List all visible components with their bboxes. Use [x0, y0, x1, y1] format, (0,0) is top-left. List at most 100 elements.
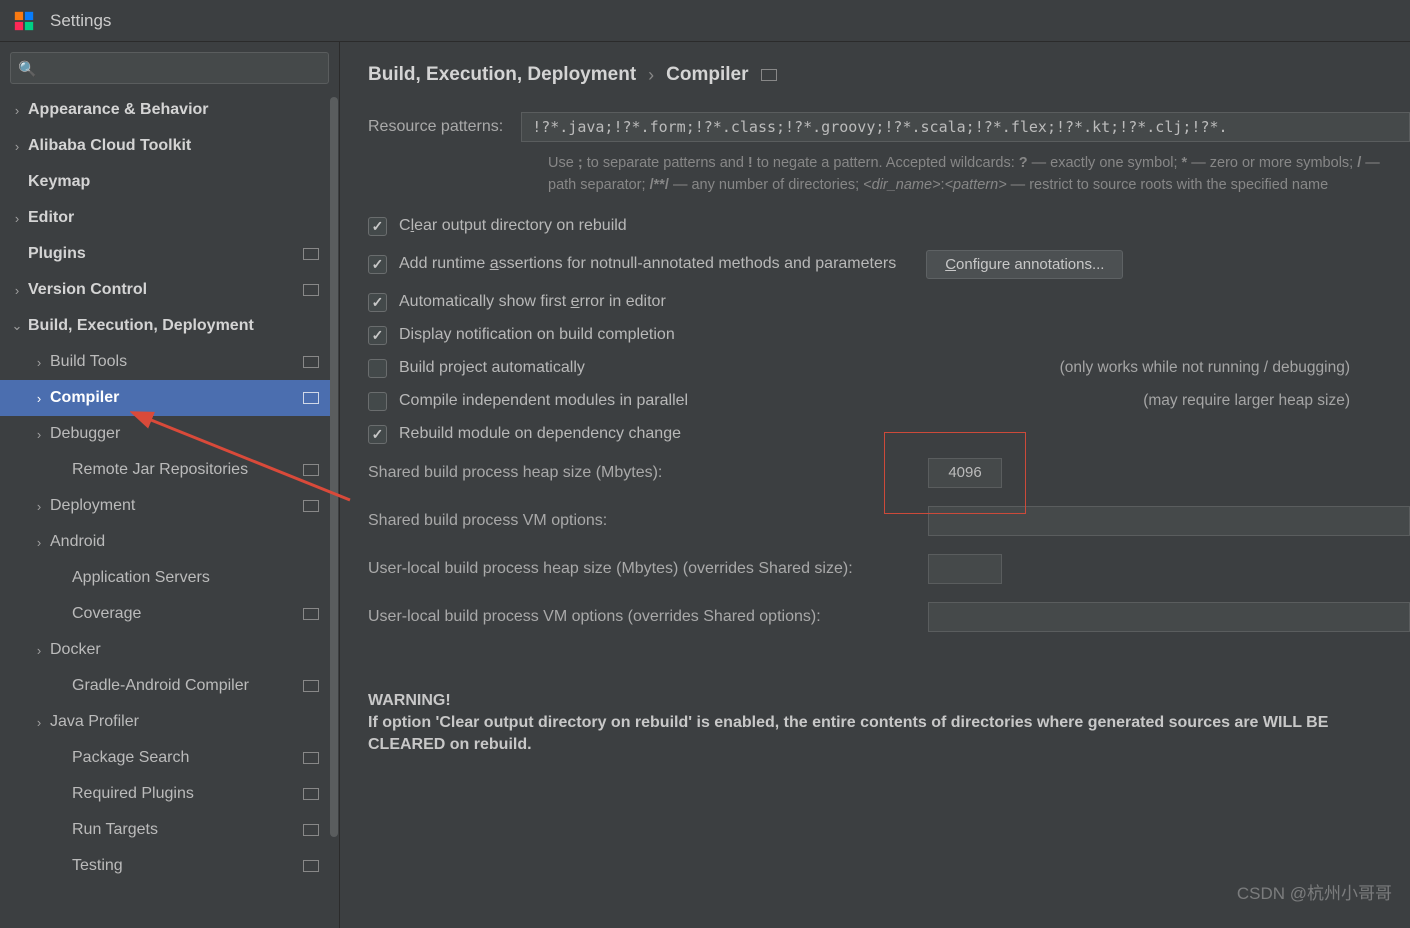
- tree-item-label: Version Control: [28, 281, 303, 299]
- tree-item-deployment[interactable]: ›Deployment: [0, 488, 331, 524]
- chevron-right-icon[interactable]: ›: [30, 499, 48, 514]
- tree-item-alibaba-cloud-toolkit[interactable]: ›Alibaba Cloud Toolkit: [0, 128, 331, 164]
- project-scope-icon: [303, 248, 319, 260]
- user-heap-label: User-local build process heap size (Mbyt…: [368, 560, 928, 578]
- tree-item-label: Deployment: [50, 497, 303, 515]
- tree-item-label: Required Plugins: [72, 785, 303, 803]
- tree-item-editor[interactable]: ›Editor: [0, 200, 331, 236]
- show-first-error-checkbox[interactable]: [368, 293, 387, 312]
- clear-output-checkbox[interactable]: [368, 217, 387, 236]
- tree-item-appearance-behavior[interactable]: ›Appearance & Behavior: [0, 92, 331, 128]
- tree-item-remote-jar-repositories[interactable]: Remote Jar Repositories: [0, 452, 331, 488]
- patterns-hint: Use ; to separate patterns and ! to nega…: [548, 152, 1410, 197]
- search-input[interactable]: [10, 52, 329, 84]
- tree-item-plugins[interactable]: Plugins: [0, 236, 331, 272]
- tree-item-required-plugins[interactable]: Required Plugins: [0, 776, 331, 812]
- tree-item-android[interactable]: ›Android: [0, 524, 331, 560]
- title-bar: Settings: [0, 0, 1410, 42]
- user-vm-input[interactable]: [928, 602, 1410, 632]
- project-scope-icon: [303, 464, 319, 476]
- chevron-right-icon[interactable]: ›: [8, 283, 26, 298]
- settings-tree: ›Appearance & Behavior›Alibaba Cloud Too…: [0, 92, 339, 928]
- chevron-right-icon[interactable]: ›: [8, 139, 26, 154]
- app-logo-icon: [12, 9, 36, 33]
- chevron-right-icon[interactable]: ›: [30, 391, 48, 406]
- tree-item-label: Editor: [28, 209, 331, 227]
- watermark-text: CSDN @杭州小哥哥: [1237, 879, 1392, 904]
- add-assertions-checkbox[interactable]: [368, 255, 387, 274]
- tree-item-package-search[interactable]: Package Search: [0, 740, 331, 776]
- warning-title: WARNING!: [368, 692, 1410, 710]
- chevron-right-icon[interactable]: ›: [30, 355, 48, 370]
- tree-item-label: Plugins: [28, 245, 303, 263]
- sidebar-scrollbar[interactable]: [330, 97, 338, 922]
- compile-parallel-checkbox[interactable]: [368, 392, 387, 411]
- build-auto-label: Build project automatically: [399, 359, 585, 377]
- scrollbar-thumb[interactable]: [330, 97, 338, 837]
- display-notification-label: Display notification on build completion: [399, 326, 675, 344]
- add-assertions-label: Add runtime assertions for notnull-annot…: [399, 255, 896, 273]
- tree-item-compiler[interactable]: ›Compiler: [0, 380, 331, 416]
- tree-item-label: Keymap: [28, 173, 331, 191]
- tree-item-debugger[interactable]: ›Debugger: [0, 416, 331, 452]
- tree-item-java-profiler[interactable]: ›Java Profiler: [0, 704, 331, 740]
- tree-item-label: Android: [50, 533, 331, 551]
- user-heap-input[interactable]: [928, 554, 1002, 584]
- configure-annotations-button[interactable]: Configure annotations...: [926, 250, 1123, 279]
- tree-item-label: Appearance & Behavior: [28, 101, 331, 119]
- build-auto-checkbox[interactable]: [368, 359, 387, 378]
- project-scope-icon: [303, 392, 319, 404]
- resource-patterns-input[interactable]: [521, 112, 1410, 142]
- search-icon: 🔍: [18, 60, 37, 78]
- tree-item-docker[interactable]: ›Docker: [0, 632, 331, 668]
- user-vm-label: User-local build process VM options (ove…: [368, 608, 928, 626]
- tree-item-coverage[interactable]: Coverage: [0, 596, 331, 632]
- tree-item-application-servers[interactable]: Application Servers: [0, 560, 331, 596]
- project-scope-icon: [303, 608, 319, 620]
- chevron-right-icon[interactable]: ›: [30, 427, 48, 442]
- display-notification-checkbox[interactable]: [368, 326, 387, 345]
- tree-item-run-targets[interactable]: Run Targets: [0, 812, 331, 848]
- tree-item-version-control[interactable]: ›Version Control: [0, 272, 331, 308]
- shared-vm-input[interactable]: [928, 506, 1410, 536]
- project-scope-icon: [303, 824, 319, 836]
- tree-item-build-execution-deployment[interactable]: ⌄Build, Execution, Deployment: [0, 308, 331, 344]
- project-scope-icon: [303, 788, 319, 800]
- shared-heap-label: Shared build process heap size (Mbytes):: [368, 464, 928, 482]
- chevron-right-icon[interactable]: ›: [30, 643, 48, 658]
- tree-item-label: Docker: [50, 641, 331, 659]
- chevron-right-icon[interactable]: ›: [8, 211, 26, 226]
- chevron-right-icon[interactable]: ›: [8, 103, 26, 118]
- tree-item-label: Package Search: [72, 749, 303, 767]
- compile-parallel-note: (may require larger heap size): [1143, 392, 1350, 410]
- tree-item-build-tools[interactable]: ›Build Tools: [0, 344, 331, 380]
- compile-parallel-label: Compile independent modules in parallel: [399, 392, 688, 410]
- chevron-right-icon: ›: [648, 65, 654, 86]
- project-scope-icon: [303, 500, 319, 512]
- shared-heap-input[interactable]: [928, 458, 1002, 488]
- chevron-right-icon[interactable]: ›: [30, 715, 48, 730]
- resource-patterns-label: Resource patterns:: [368, 118, 503, 136]
- rebuild-module-label: Rebuild module on dependency change: [399, 425, 681, 443]
- breadcrumb-parent[interactable]: Build, Execution, Deployment: [368, 64, 636, 86]
- tree-item-label: Gradle-Android Compiler: [72, 677, 303, 695]
- tree-item-label: Remote Jar Repositories: [72, 461, 303, 479]
- clear-output-label: Clear output directory on rebuild: [399, 217, 627, 235]
- tree-item-label: Coverage: [72, 605, 303, 623]
- tree-item-label: Java Profiler: [50, 713, 331, 731]
- main-panel: Build, Execution, Deployment › Compiler …: [340, 42, 1410, 928]
- rebuild-module-checkbox[interactable]: [368, 425, 387, 444]
- sidebar: 🔍 ›Appearance & Behavior›Alibaba Cloud T…: [0, 42, 340, 928]
- project-scope-icon: [761, 69, 777, 81]
- show-first-error-label: Automatically show first error in editor: [399, 293, 666, 311]
- tree-item-label: Build Tools: [50, 353, 303, 371]
- chevron-down-icon[interactable]: ⌄: [8, 318, 26, 334]
- tree-item-label: Run Targets: [72, 821, 303, 839]
- chevron-right-icon[interactable]: ›: [30, 535, 48, 550]
- tree-item-keymap[interactable]: Keymap: [0, 164, 331, 200]
- tree-item-label: Alibaba Cloud Toolkit: [28, 137, 331, 155]
- tree-item-label: Compiler: [50, 389, 303, 407]
- tree-item-label: Build, Execution, Deployment: [28, 317, 331, 335]
- tree-item-gradle-android-compiler[interactable]: Gradle-Android Compiler: [0, 668, 331, 704]
- tree-item-testing[interactable]: Testing: [0, 848, 331, 884]
